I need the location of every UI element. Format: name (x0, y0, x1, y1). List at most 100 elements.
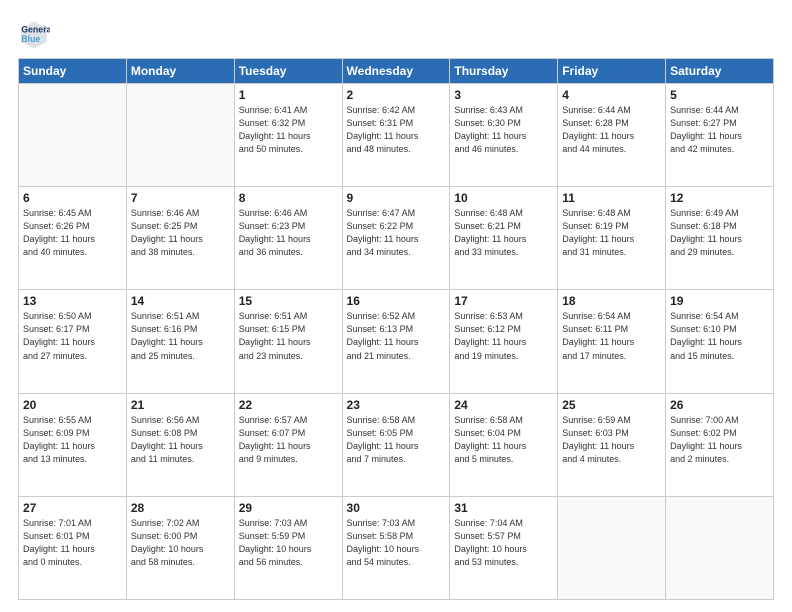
day-detail: Sunrise: 6:47 AM Sunset: 6:22 PM Dayligh… (347, 207, 446, 259)
col-friday: Friday (558, 59, 666, 84)
calendar-cell: 5 Sunrise: 6:44 AM Sunset: 6:27 PM Daylig… (666, 84, 774, 187)
day-number: 2 (347, 88, 446, 102)
day-number: 3 (454, 88, 553, 102)
calendar-cell: 23 Sunrise: 6:58 AM Sunset: 6:05 PM Dayli… (342, 393, 450, 496)
calendar-cell: 17 Sunrise: 6:53 AM Sunset: 6:12 PM Dayli… (450, 290, 558, 393)
day-detail: Sunrise: 6:52 AM Sunset: 6:13 PM Dayligh… (347, 310, 446, 362)
calendar-cell: 2 Sunrise: 6:42 AM Sunset: 6:31 PM Daylig… (342, 84, 450, 187)
day-number: 17 (454, 294, 553, 308)
calendar-cell: 31Sunrise: 7:04 AM Sunset: 5:57 PM Dayli… (450, 496, 558, 599)
day-number: 11 (562, 191, 661, 205)
svg-text:Blue: Blue (21, 34, 40, 44)
col-saturday: Saturday (666, 59, 774, 84)
day-detail: Sunrise: 6:54 AM Sunset: 6:11 PM Dayligh… (562, 310, 661, 362)
calendar-cell: 7 Sunrise: 6:46 AM Sunset: 6:25 PM Daylig… (126, 187, 234, 290)
day-number: 23 (347, 398, 446, 412)
calendar-cell: 3 Sunrise: 6:43 AM Sunset: 6:30 PM Daylig… (450, 84, 558, 187)
day-detail: Sunrise: 6:51 AM Sunset: 6:15 PM Dayligh… (239, 310, 338, 362)
calendar-cell: 15 Sunrise: 6:51 AM Sunset: 6:15 PM Dayli… (234, 290, 342, 393)
calendar-cell: 9 Sunrise: 6:47 AM Sunset: 6:22 PM Daylig… (342, 187, 450, 290)
calendar-cell: 21 Sunrise: 6:56 AM Sunset: 6:08 PM Dayli… (126, 393, 234, 496)
day-detail: Sunrise: 6:50 AM Sunset: 6:17 PM Dayligh… (23, 310, 122, 362)
day-detail: Sunrise: 6:46 AM Sunset: 6:25 PM Dayligh… (131, 207, 230, 259)
calendar-cell (666, 496, 774, 599)
col-wednesday: Wednesday (342, 59, 450, 84)
day-number: 8 (239, 191, 338, 205)
calendar-header-row: Sunday Monday Tuesday Wednesday Thursday… (19, 59, 774, 84)
calendar-cell: 22 Sunrise: 6:57 AM Sunset: 6:07 PM Dayli… (234, 393, 342, 496)
day-detail: Sunrise: 6:44 AM Sunset: 6:27 PM Dayligh… (670, 104, 769, 156)
day-detail: Sunrise: 6:45 AM Sunset: 6:26 PM Dayligh… (23, 207, 122, 259)
logo-icon: General Blue (18, 18, 50, 50)
day-number: 22 (239, 398, 338, 412)
day-detail: Sunrise: 7:00 AM Sunset: 6:02 PM Dayligh… (670, 414, 769, 466)
day-detail: Sunrise: 7:01 AM Sunset: 6:01 PM Dayligh… (23, 517, 122, 569)
calendar-cell: 10Sunrise: 6:48 AM Sunset: 6:21 PM Dayli… (450, 187, 558, 290)
col-thursday: Thursday (450, 59, 558, 84)
day-number: 28 (131, 501, 230, 515)
day-number: 18 (562, 294, 661, 308)
day-number: 21 (131, 398, 230, 412)
calendar-cell (19, 84, 127, 187)
calendar-cell: 11 Sunrise: 6:48 AM Sunset: 6:19 PM Dayli… (558, 187, 666, 290)
day-number: 26 (670, 398, 769, 412)
week-row-1: 6 Sunrise: 6:45 AM Sunset: 6:26 PM Daylig… (19, 187, 774, 290)
calendar-page: General Blue Sunday Monday Tuesday Wedne… (0, 0, 792, 612)
calendar-cell: 28Sunrise: 7:02 AM Sunset: 6:00 PM Dayli… (126, 496, 234, 599)
day-number: 6 (23, 191, 122, 205)
calendar-cell (126, 84, 234, 187)
calendar-cell: 16Sunrise: 6:52 AM Sunset: 6:13 PM Dayli… (342, 290, 450, 393)
day-detail: Sunrise: 6:56 AM Sunset: 6:08 PM Dayligh… (131, 414, 230, 466)
day-number: 29 (239, 501, 338, 515)
week-row-3: 20Sunrise: 6:55 AM Sunset: 6:09 PM Dayli… (19, 393, 774, 496)
day-detail: Sunrise: 6:42 AM Sunset: 6:31 PM Dayligh… (347, 104, 446, 156)
calendar-cell: 18 Sunrise: 6:54 AM Sunset: 6:11 PM Dayli… (558, 290, 666, 393)
calendar-cell (558, 496, 666, 599)
calendar-cell: 13 Sunrise: 6:50 AM Sunset: 6:17 PM Dayli… (19, 290, 127, 393)
day-number: 14 (131, 294, 230, 308)
day-number: 31 (454, 501, 553, 515)
calendar-cell: 12 Sunrise: 6:49 AM Sunset: 6:18 PM Dayli… (666, 187, 774, 290)
logo: General Blue (18, 18, 56, 50)
calendar-cell: 4Sunrise: 6:44 AM Sunset: 6:28 PM Daylig… (558, 84, 666, 187)
calendar-table: Sunday Monday Tuesday Wednesday Thursday… (18, 58, 774, 600)
calendar-cell: 8 Sunrise: 6:46 AM Sunset: 6:23 PM Daylig… (234, 187, 342, 290)
day-detail: Sunrise: 7:03 AM Sunset: 5:59 PM Dayligh… (239, 517, 338, 569)
day-detail: Sunrise: 6:48 AM Sunset: 6:19 PM Dayligh… (562, 207, 661, 259)
day-detail: Sunrise: 6:49 AM Sunset: 6:18 PM Dayligh… (670, 207, 769, 259)
day-number: 27 (23, 501, 122, 515)
page-header: General Blue (18, 18, 774, 50)
day-detail: Sunrise: 7:03 AM Sunset: 5:58 PM Dayligh… (347, 517, 446, 569)
day-number: 5 (670, 88, 769, 102)
day-number: 19 (670, 294, 769, 308)
calendar-cell: 14Sunrise: 6:51 AM Sunset: 6:16 PM Dayli… (126, 290, 234, 393)
day-number: 12 (670, 191, 769, 205)
day-detail: Sunrise: 6:57 AM Sunset: 6:07 PM Dayligh… (239, 414, 338, 466)
day-detail: Sunrise: 6:55 AM Sunset: 6:09 PM Dayligh… (23, 414, 122, 466)
day-number: 25 (562, 398, 661, 412)
day-number: 30 (347, 501, 446, 515)
day-detail: Sunrise: 6:58 AM Sunset: 6:05 PM Dayligh… (347, 414, 446, 466)
day-number: 15 (239, 294, 338, 308)
day-detail: Sunrise: 6:58 AM Sunset: 6:04 PM Dayligh… (454, 414, 553, 466)
day-detail: Sunrise: 6:46 AM Sunset: 6:23 PM Dayligh… (239, 207, 338, 259)
calendar-cell: 25Sunrise: 6:59 AM Sunset: 6:03 PM Dayli… (558, 393, 666, 496)
calendar-cell: 26 Sunrise: 7:00 AM Sunset: 6:02 PM Dayli… (666, 393, 774, 496)
day-number: 7 (131, 191, 230, 205)
day-number: 13 (23, 294, 122, 308)
day-number: 4 (562, 88, 661, 102)
calendar-cell: 29 Sunrise: 7:03 AM Sunset: 5:59 PM Dayli… (234, 496, 342, 599)
day-detail: Sunrise: 6:43 AM Sunset: 6:30 PM Dayligh… (454, 104, 553, 156)
day-number: 9 (347, 191, 446, 205)
calendar-cell: 27 Sunrise: 7:01 AM Sunset: 6:01 PM Dayli… (19, 496, 127, 599)
calendar-cell: 1Sunrise: 6:41 AM Sunset: 6:32 PM Daylig… (234, 84, 342, 187)
col-monday: Monday (126, 59, 234, 84)
col-sunday: Sunday (19, 59, 127, 84)
calendar-cell: 6 Sunrise: 6:45 AM Sunset: 6:26 PM Daylig… (19, 187, 127, 290)
col-tuesday: Tuesday (234, 59, 342, 84)
day-number: 24 (454, 398, 553, 412)
day-detail: Sunrise: 6:53 AM Sunset: 6:12 PM Dayligh… (454, 310, 553, 362)
day-number: 1 (239, 88, 338, 102)
calendar-cell: 20Sunrise: 6:55 AM Sunset: 6:09 PM Dayli… (19, 393, 127, 496)
calendar-cell: 30 Sunrise: 7:03 AM Sunset: 5:58 PM Dayli… (342, 496, 450, 599)
